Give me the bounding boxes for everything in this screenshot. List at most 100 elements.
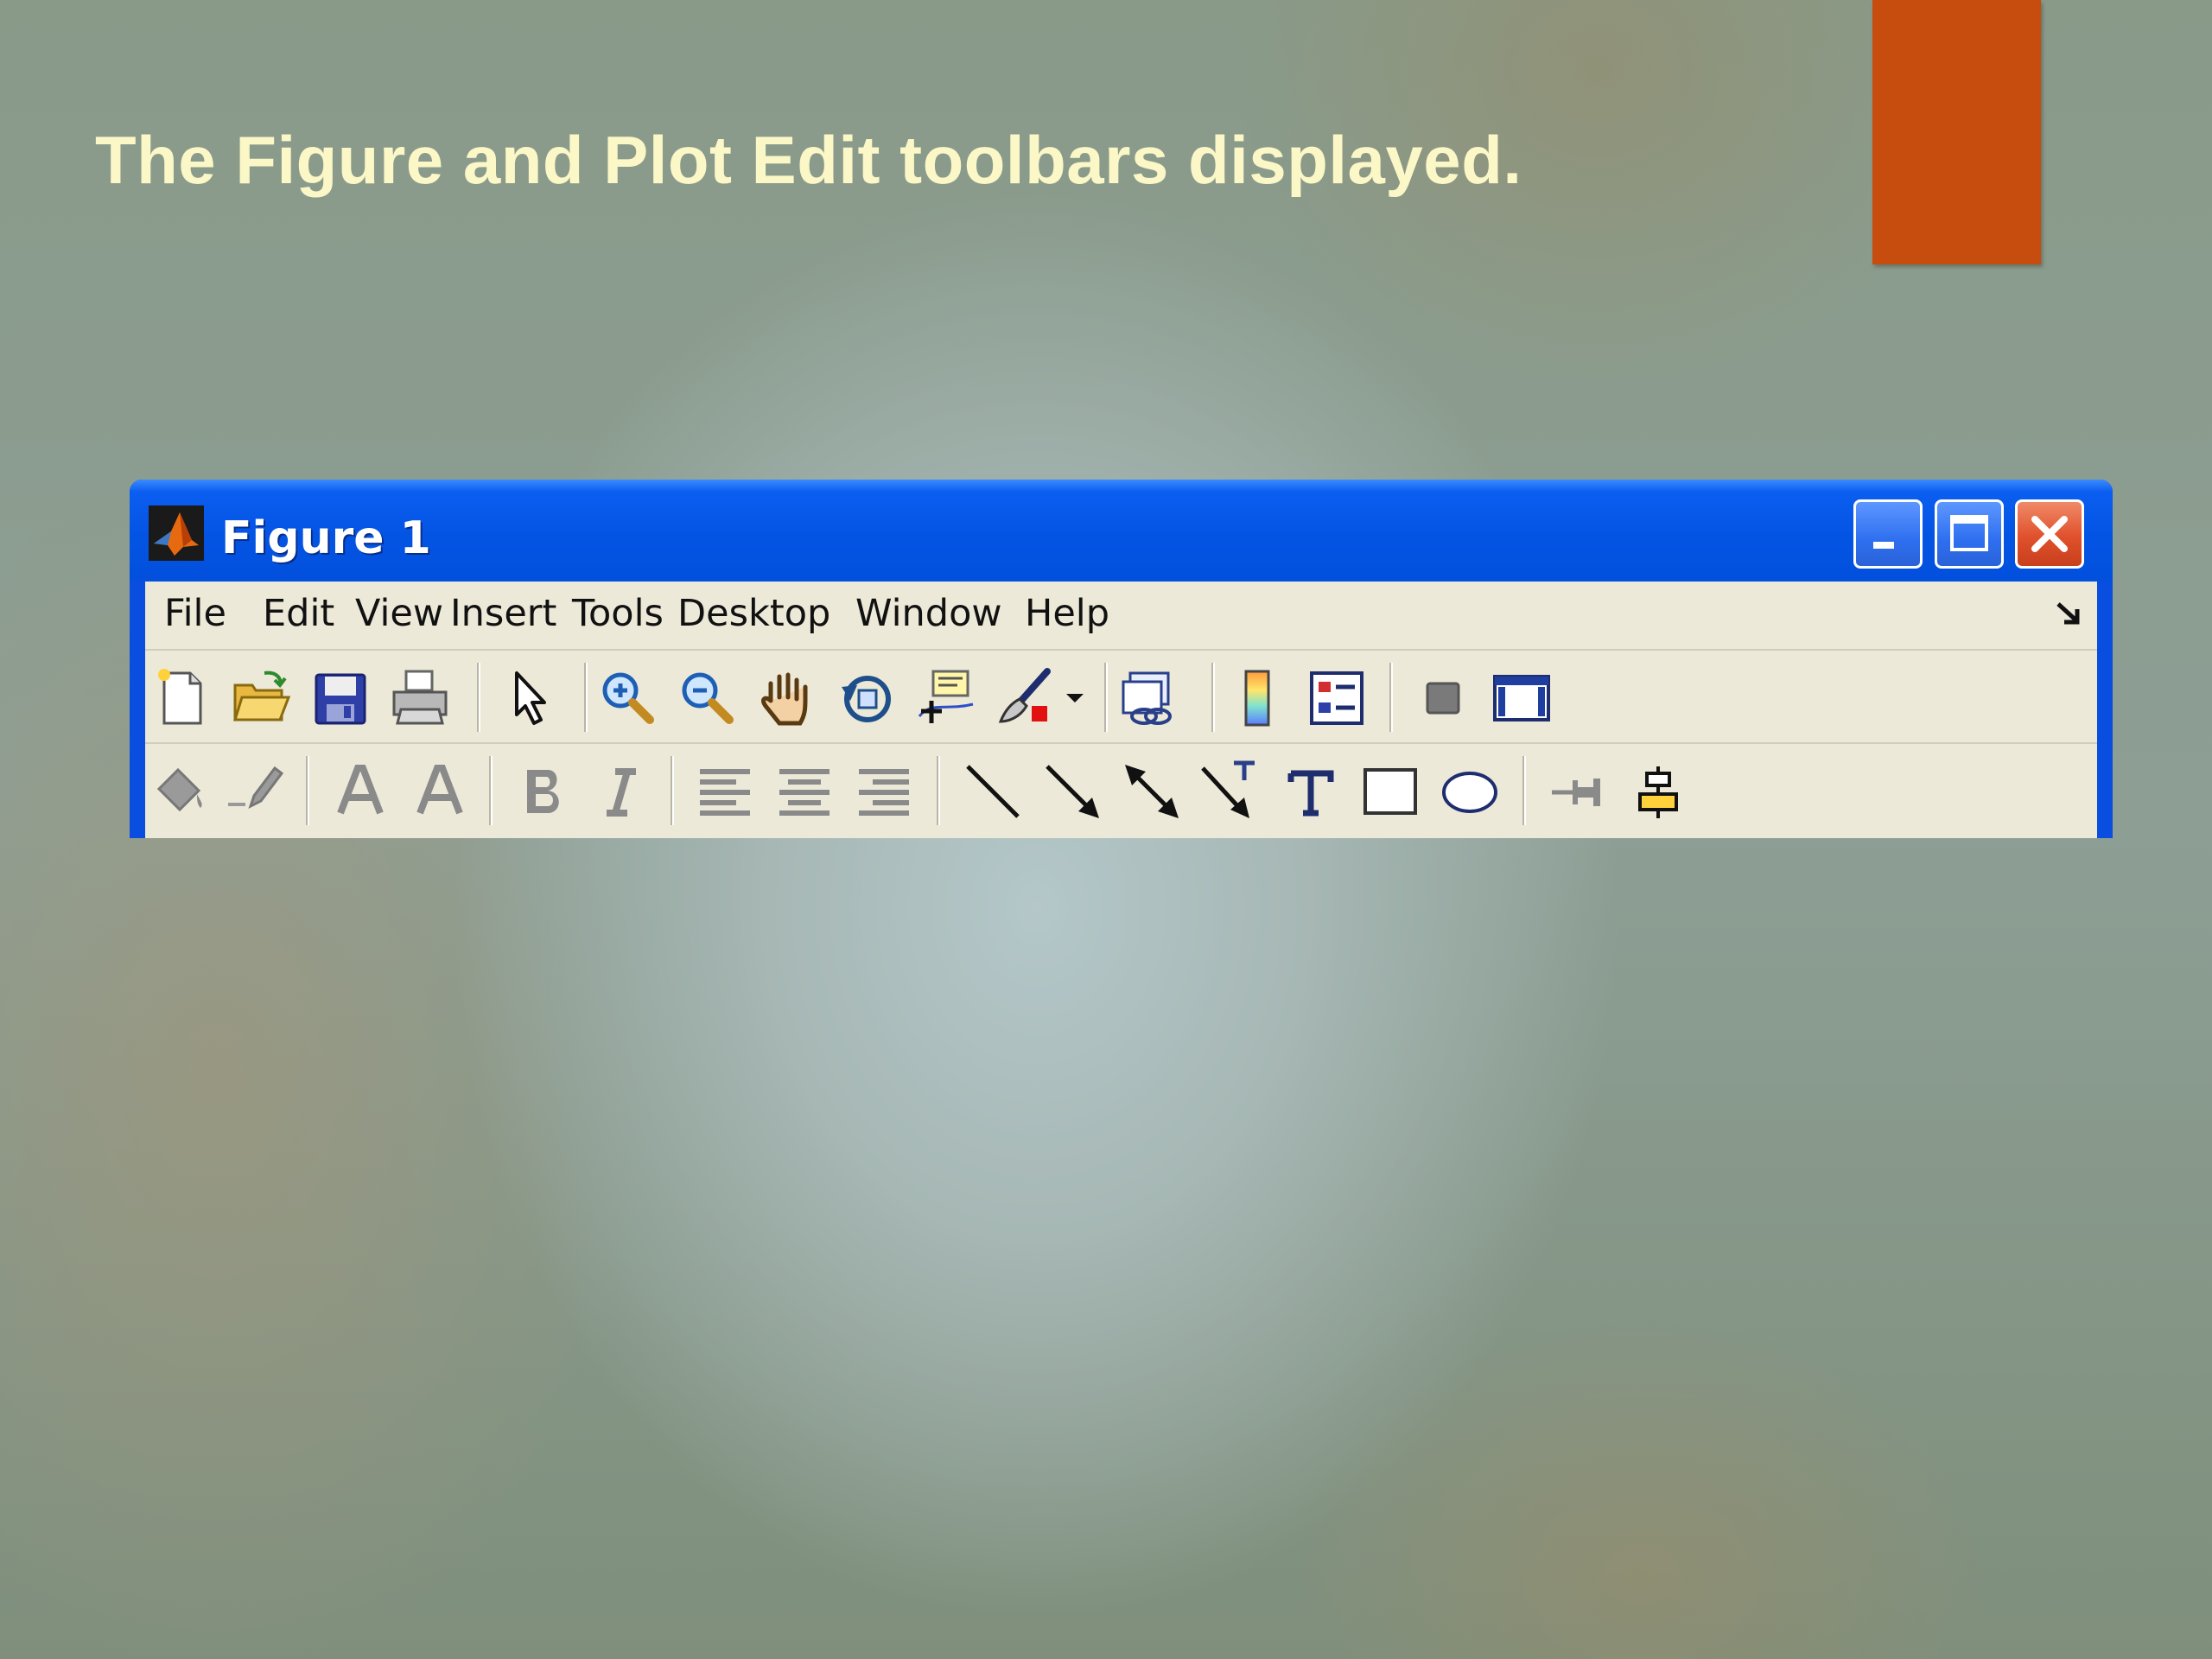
rotate-3d-icon	[842, 676, 891, 722]
face-color-button[interactable]	[150, 760, 214, 823]
menu-bar: File Edit View Insert Tools Desktop Wind…	[145, 582, 2097, 651]
toolbar-separator	[937, 756, 938, 825]
figure-toolbar	[145, 651, 2097, 744]
brush-dropdown-button[interactable]	[1058, 666, 1092, 730]
zoom-in-button[interactable]	[596, 666, 660, 730]
brush-button[interactable]	[994, 666, 1058, 730]
rotate-3d-button[interactable]	[835, 666, 899, 730]
matlab-logo-icon	[149, 505, 204, 561]
open-file-icon	[232, 671, 291, 721]
arrow-icon	[1046, 765, 1099, 818]
insert-text-box-button[interactable]	[1279, 760, 1343, 823]
insert-arrow-button[interactable]	[1040, 760, 1104, 823]
edit-plot-button[interactable]	[498, 666, 562, 730]
toolbar-separator	[489, 756, 491, 825]
menu-edit[interactable]: Edit	[263, 592, 334, 635]
zoom-out-icon	[682, 672, 734, 724]
colorbar-icon	[1244, 670, 1270, 727]
insert-line-button[interactable]	[961, 760, 1025, 823]
figure-window: Figure 1 File Edit View Insert Tools Des…	[130, 480, 2113, 838]
menu-window[interactable]: Window	[855, 592, 1002, 635]
pan-button[interactable]	[755, 666, 819, 730]
close-icon	[2031, 516, 2068, 552]
align-center-icon	[779, 769, 830, 816]
brush-icon	[998, 668, 1051, 723]
font-button[interactable]	[408, 760, 472, 823]
maximize-button[interactable]	[1935, 499, 2004, 569]
insert-ellipse-button[interactable]	[1438, 760, 1502, 823]
link-plot-button[interactable]	[1118, 666, 1182, 730]
toolbar-separator	[671, 756, 672, 825]
text-arrow-icon	[1201, 760, 1255, 818]
toolbar-separator	[306, 756, 308, 825]
insert-rectangle-button[interactable]	[1358, 760, 1422, 823]
toolbar-separator	[584, 663, 586, 732]
new-figure-button[interactable]	[150, 666, 214, 730]
edge-color-button[interactable]	[225, 760, 289, 823]
data-cursor-button[interactable]	[914, 666, 978, 730]
hide-plot-tools-button[interactable]	[1410, 666, 1474, 730]
window-title: Figure 1	[221, 512, 431, 564]
bold-icon	[527, 770, 559, 813]
slide-title: The Figure and Plot Edit toolbars displa…	[95, 122, 1522, 198]
toolbar-separator	[1211, 663, 1213, 732]
save-icon	[315, 673, 366, 725]
link-plot-icon	[1122, 671, 1172, 725]
figure-client-area: File Edit View Insert Tools Desktop Wind…	[145, 582, 2097, 838]
minimize-button[interactable]	[1853, 499, 1923, 569]
zoom-out-button[interactable]	[676, 666, 740, 730]
minimize-icon	[1873, 542, 1894, 549]
menu-file[interactable]: File	[164, 592, 226, 635]
maximize-icon	[1950, 515, 1988, 551]
double-arrow-icon	[1125, 765, 1179, 818]
toolbar-separator	[477, 663, 479, 732]
align-right-button[interactable]	[852, 760, 916, 823]
open-file-button[interactable]	[230, 666, 294, 730]
dock-arrow-icon[interactable]	[2055, 599, 2084, 628]
ellipse-icon	[1442, 772, 1497, 813]
pin-icon	[1552, 779, 1600, 806]
toolbar-separator	[1522, 756, 1524, 825]
insert-text-arrow-button[interactable]	[1199, 760, 1263, 823]
new-figure-icon	[158, 669, 202, 725]
menu-desktop[interactable]: Desktop	[677, 592, 830, 635]
pin-button[interactable]	[1547, 760, 1611, 823]
align-distribute-icon	[1638, 766, 1678, 818]
save-button[interactable]	[309, 666, 373, 730]
legend-icon	[1310, 671, 1363, 725]
rectangle-icon	[1363, 768, 1417, 815]
menu-view[interactable]: View	[355, 592, 443, 635]
brush-dropdown-icon	[1066, 694, 1084, 702]
menu-tools[interactable]: Tools	[572, 592, 664, 635]
text-color-button[interactable]	[328, 760, 392, 823]
window-titlebar[interactable]: Figure 1	[130, 480, 2113, 582]
menu-help[interactable]: Help	[1025, 592, 1109, 635]
toolbar-separator	[1389, 663, 1391, 732]
bold-button[interactable]	[510, 760, 574, 823]
edit-plot-arrow-icon	[515, 671, 546, 725]
show-plot-tools-button[interactable]	[1490, 666, 1554, 730]
hide-plot-tools-icon	[1426, 682, 1460, 715]
align-left-button[interactable]	[693, 760, 757, 823]
zoom-in-icon	[602, 672, 654, 724]
show-plot-tools-icon	[1493, 675, 1550, 721]
insert-double-arrow-button[interactable]	[1120, 760, 1184, 823]
toolbar-separator	[1104, 663, 1106, 732]
align-center-button[interactable]	[772, 760, 836, 823]
text-color-icon	[337, 765, 384, 815]
face-color-icon	[156, 767, 202, 812]
pan-hand-icon	[761, 672, 808, 726]
close-button[interactable]	[2015, 499, 2084, 569]
legend-button[interactable]	[1305, 666, 1369, 730]
italic-icon	[607, 768, 636, 817]
menu-insert[interactable]: Insert	[450, 592, 556, 635]
print-button[interactable]	[389, 666, 453, 730]
line-icon	[966, 765, 1020, 818]
italic-button[interactable]	[589, 760, 653, 823]
edge-color-icon	[228, 766, 284, 809]
font-icon	[416, 765, 463, 815]
accent-block	[1872, 0, 2041, 264]
colorbar-button[interactable]	[1225, 666, 1289, 730]
align-distribute-button[interactable]	[1626, 760, 1690, 823]
align-left-icon	[700, 769, 750, 816]
